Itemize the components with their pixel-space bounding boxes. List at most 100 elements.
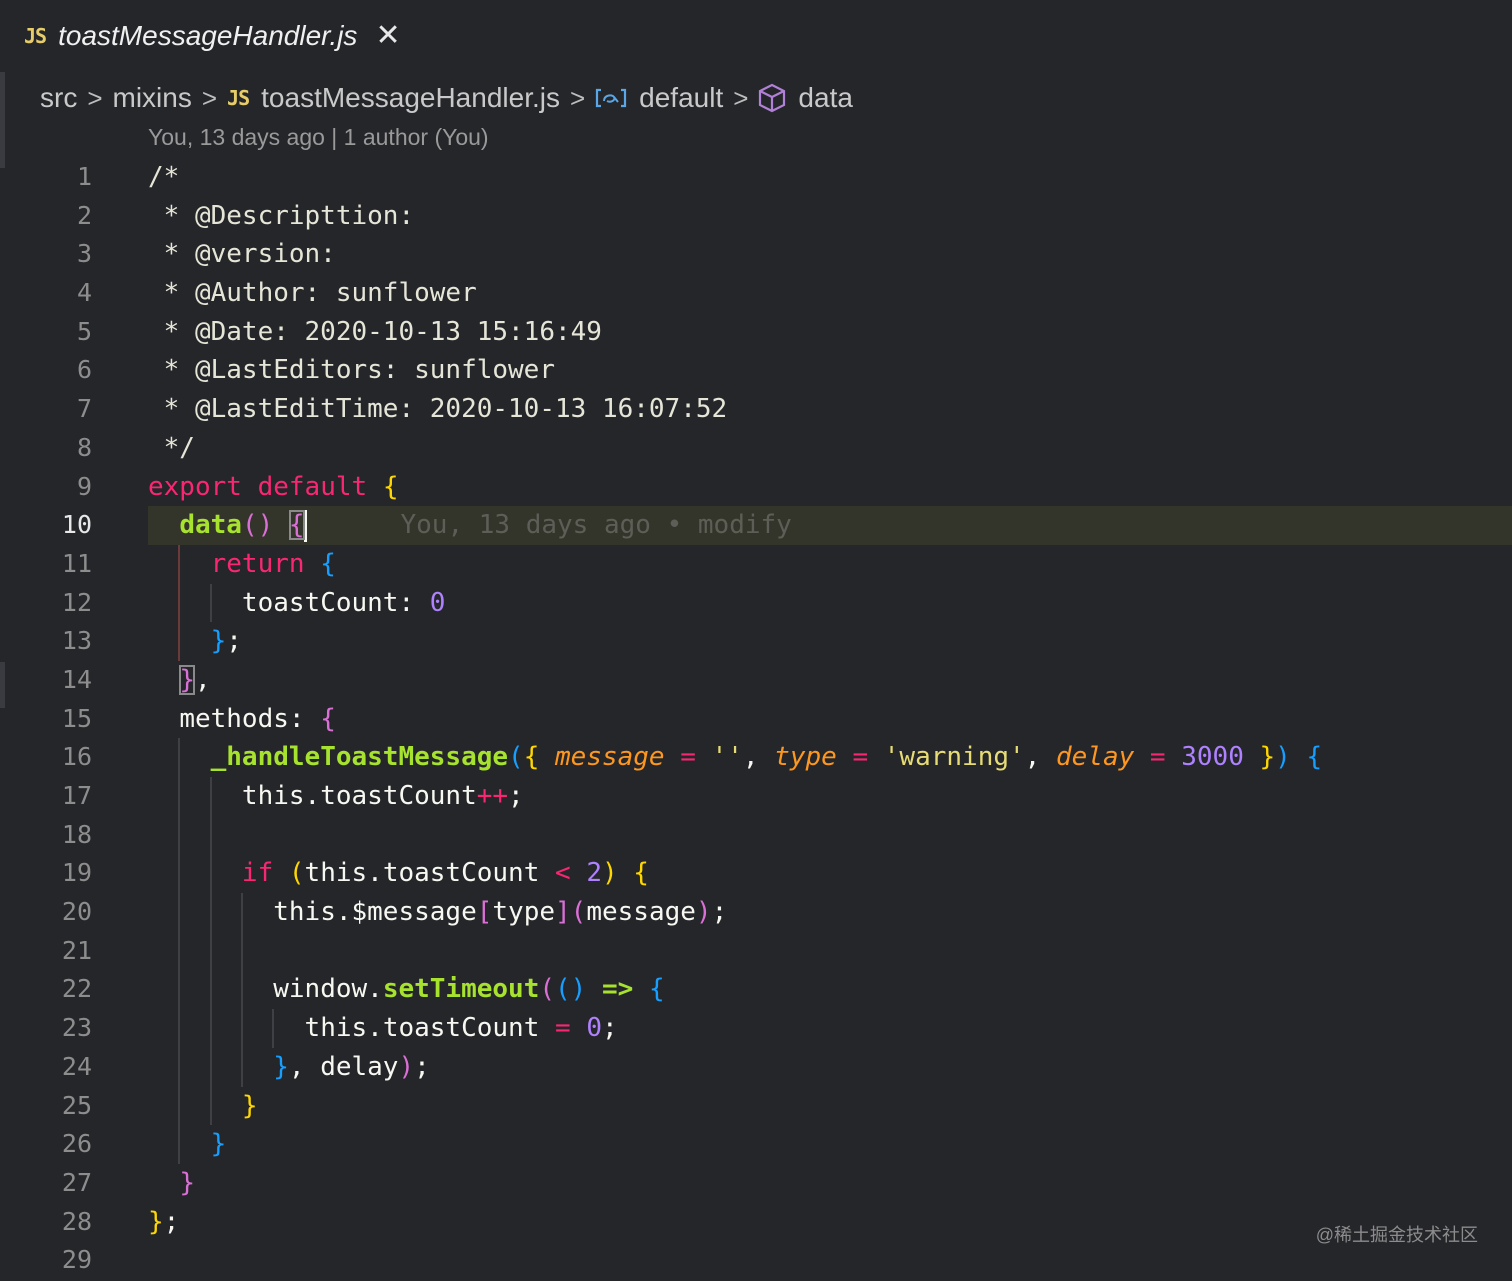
line-number: 14: [61, 664, 92, 694]
code-line: 19 if (this.toastCount < 2) {: [0, 854, 1512, 894]
line-number: 12: [61, 587, 92, 617]
close-icon[interactable]: ✕: [375, 21, 400, 51]
code-line: 18: [0, 815, 1512, 855]
breadcrumb-item-mixins[interactable]: mixins: [113, 82, 192, 114]
code-line-active: 10 data() { You, 13 days ago • modify: [0, 506, 1512, 545]
line-number: 9: [76, 471, 92, 501]
code-line: 29: [0, 1241, 1512, 1280]
tab-toastmessagehandler[interactable]: JS toastMessageHandler.js ✕: [24, 10, 401, 62]
code-line: 28 };: [0, 1203, 1512, 1242]
code-line: 2 * @Descripttion:: [0, 197, 1512, 236]
line-number: 28: [61, 1206, 92, 1236]
code-line: 6 * @LastEditors: sunflower: [0, 351, 1512, 390]
activity-edge: [0, 72, 5, 168]
code-text: */: [148, 432, 195, 463]
line-number: 20: [61, 897, 92, 927]
code-line: 16 _handleToastMessage({ message = '', t…: [0, 738, 1512, 777]
line-number: 23: [61, 1013, 92, 1043]
code-line: 8 */: [0, 429, 1512, 468]
code-text: return {: [210, 548, 336, 579]
indent-guide: [178, 931, 180, 971]
code-text: toastCount: 0: [241, 587, 446, 618]
breadcrumb: src > mixins > JS toastMessageHandler.js…: [40, 78, 853, 118]
code-line: 13 };: [0, 622, 1512, 661]
code-text: };: [148, 1206, 180, 1237]
code-text: * @Descripttion:: [148, 200, 415, 231]
code-line: 11 return {: [0, 544, 1512, 584]
code-text: _handleToastMessage({ message = '', type…: [210, 742, 1323, 773]
code-line: 27 }: [0, 1164, 1512, 1203]
code-line: 24 }, delay);: [0, 1047, 1512, 1087]
code-text: export default {: [148, 471, 399, 502]
code-text: if (this.toastCount < 2) {: [241, 858, 649, 889]
code-line: 14 },: [0, 661, 1512, 700]
code-text: }, delay);: [273, 1051, 430, 1082]
indent-guide: [210, 931, 212, 971]
code-text: data() { You, 13 days ago • modify: [179, 509, 792, 542]
code-text: * @Date: 2020-10-13 15:16:49: [148, 316, 602, 347]
line-number: 27: [61, 1167, 92, 1197]
code-line: 5 * @Date: 2020-10-13 15:16:49: [0, 313, 1512, 352]
code-line: 4 * @Author: sunflower: [0, 274, 1512, 313]
text-cursor: [303, 509, 307, 542]
code-text: * @Author: sunflower: [148, 278, 477, 309]
line-number: 25: [61, 1090, 92, 1120]
code-text: methods: {: [179, 703, 336, 734]
tab-title: toastMessageHandler.js: [58, 20, 358, 51]
code-line: 20 this.$message[type](message);: [0, 893, 1512, 932]
code-text: window.setTimeout(() => {: [273, 974, 665, 1005]
breadcrumb-item-file[interactable]: toastMessageHandler.js: [261, 82, 560, 114]
watermark: @稀土掘金技术社区: [1315, 1225, 1478, 1245]
line-number: 11: [61, 548, 92, 578]
code-line: 25 }: [0, 1086, 1512, 1126]
code-text: };: [210, 626, 242, 657]
line-number: 7: [76, 394, 92, 424]
code-line: 9 export default {: [0, 468, 1512, 507]
code-line: 21: [0, 931, 1512, 971]
indent-guide: [178, 815, 180, 855]
code-text: /*: [148, 162, 180, 192]
breadcrumb-item-src[interactable]: src: [40, 82, 77, 114]
code-text: }: [210, 1129, 227, 1160]
code-text: }: [241, 1090, 258, 1121]
code-text: this.toastCount++;: [241, 781, 524, 811]
line-number: 24: [61, 1051, 92, 1081]
code-line: 15 methods: {: [0, 700, 1512, 739]
line-number: 5: [76, 316, 92, 346]
line-number: 13: [61, 626, 92, 656]
line-number: 8: [76, 432, 92, 462]
codelens-blame[interactable]: You, 13 days ago | 1 author (You): [148, 124, 489, 151]
line-number: 15: [61, 703, 92, 733]
code-text: * @version:: [148, 239, 336, 270]
indent-guide: [241, 931, 243, 971]
code-line: 26 }: [0, 1125, 1512, 1164]
chevron-right-icon: >: [733, 82, 749, 113]
inline-blame: You, 13 days ago • modify: [400, 510, 792, 541]
line-number: 16: [61, 742, 92, 772]
js-file-icon: JS: [227, 86, 250, 110]
editor-tab-bar: JS toastMessageHandler.js ✕: [0, 0, 1512, 72]
chevron-right-icon: >: [201, 82, 218, 113]
line-number: 1: [76, 162, 92, 191]
line-number: 4: [76, 278, 92, 308]
line-number: 2: [76, 200, 92, 230]
code-text: * @LastEditTime: 2020-10-13 16:07:52: [148, 394, 728, 425]
code-line: 3 * @version:: [0, 235, 1512, 274]
breadcrumb-item-default[interactable]: default: [639, 82, 723, 114]
code-line: 22 window.setTimeout(() => {: [0, 970, 1512, 1010]
code-text: this.$message[type](message);: [273, 897, 728, 928]
line-number: 10: [61, 510, 92, 540]
line-number: 6: [76, 355, 92, 385]
line-number: 29: [61, 1245, 92, 1275]
code-editor[interactable]: 1 /* 2 * @Descripttion: 3 * @version: 4 …: [0, 158, 1512, 1280]
code-line: 1 /*: [0, 158, 1512, 197]
js-file-icon: JS: [24, 24, 47, 48]
code-line: 23 this.toastCount = 0;: [0, 1009, 1512, 1048]
symbol-cube-icon: [758, 83, 786, 113]
code-line: 17 this.toastCount++;: [0, 777, 1512, 816]
line-number: 26: [61, 1129, 92, 1159]
line-number: 19: [61, 858, 92, 888]
line-number: 21: [61, 935, 92, 965]
code-text: * @LastEditors: sunflower: [148, 355, 555, 386]
breadcrumb-item-data[interactable]: data: [798, 82, 853, 114]
